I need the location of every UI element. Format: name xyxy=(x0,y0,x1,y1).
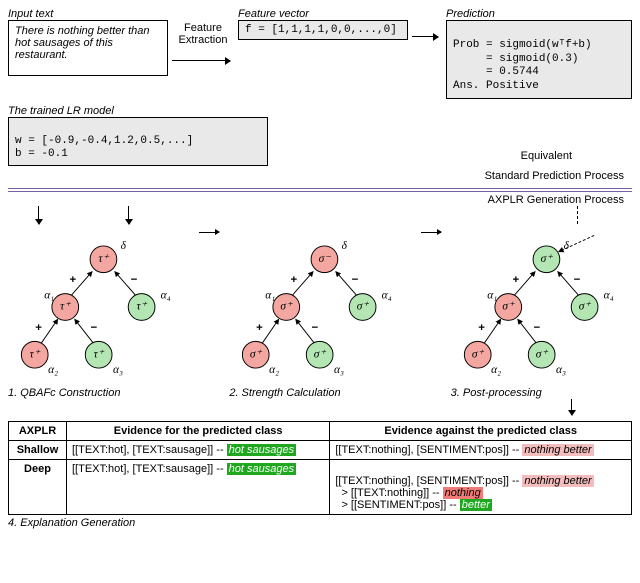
step-2-tree: + − + − σ⁻ δ σ⁺ α₁ σ⁺ α₄ σ⁺ α₂ σ⁺ α₃ 2. … xyxy=(229,232,410,399)
svg-text:+: + xyxy=(478,322,485,334)
table-head-against: Evidence against the predicted class xyxy=(330,422,632,441)
prediction-label: Prediction xyxy=(446,8,632,20)
svg-text:α₁: α₁ xyxy=(266,290,276,302)
svg-text:σ⁺: σ⁺ xyxy=(357,301,370,313)
arrow-input-to-vector xyxy=(172,60,230,61)
table-head-for: Evidence for the predicted class xyxy=(67,422,330,441)
cell-for-deep: [[TEXT:hot], [TEXT:sausage]] -- hot saus… xyxy=(67,460,330,515)
cell-for-shallow: [[TEXT:hot], [TEXT:sausage]] -- hot saus… xyxy=(67,441,330,460)
svg-text:α₂: α₂ xyxy=(48,364,58,376)
explanation-table: AXPLR Evidence for the predicted class E… xyxy=(8,421,632,515)
step-1-tree: + − + − τ⁺ δ τ⁺ α₁ τ⁺ α₄ τ⁺ α₂ τ⁺ α₃ 1. … xyxy=(8,232,189,399)
svg-text:+: + xyxy=(70,274,77,286)
input-text-value: There is nothing better than hot sausage… xyxy=(15,25,150,61)
step-3-caption: 3. Post-processing xyxy=(451,387,632,399)
svg-text:α₄: α₄ xyxy=(382,290,392,302)
standard-process-label: Standard Prediction Process xyxy=(8,170,632,182)
arrow-vector-to-prediction xyxy=(412,36,438,37)
svg-text:τ⁺: τ⁺ xyxy=(60,301,71,313)
arrow-step1-step2 xyxy=(197,232,221,233)
svg-text:τ⁺: τ⁺ xyxy=(98,253,109,265)
equivalent-label: Equivalent xyxy=(521,150,572,162)
svg-text:−: − xyxy=(131,274,138,286)
svg-text:+: + xyxy=(35,322,42,334)
svg-text:σ⁻: σ⁻ xyxy=(319,253,332,265)
step-4-caption: 4. Explanation Generation xyxy=(8,517,632,529)
arrow-down-1 xyxy=(38,206,39,224)
row-label-deep: Deep xyxy=(9,460,67,515)
svg-text:α₃: α₃ xyxy=(334,364,344,376)
process-separator xyxy=(8,188,632,192)
input-text-label: Input text xyxy=(8,8,168,20)
svg-text:α₄: α₄ xyxy=(603,290,613,302)
svg-text:−: − xyxy=(352,274,359,286)
prediction-line-2: = sigmoid(0.3) xyxy=(453,53,578,65)
prediction-line-3: = 0.5744 xyxy=(453,66,539,78)
svg-text:α₃: α₃ xyxy=(113,364,123,376)
svg-text:+: + xyxy=(291,274,298,286)
svg-text:σ⁺: σ⁺ xyxy=(472,349,485,361)
feature-extraction-label: Feature Extraction xyxy=(172,22,234,46)
svg-text:α₁: α₁ xyxy=(487,290,497,302)
svg-text:τ⁺: τ⁺ xyxy=(94,349,105,361)
feature-vector-label: Feature vector xyxy=(238,8,408,20)
lr-model-label: The trained LR model xyxy=(8,105,268,117)
prediction-line-4: Ans. Positive xyxy=(453,80,539,92)
axplr-process-label: AXPLR Generation Process xyxy=(8,194,632,206)
svg-text:α₂: α₂ xyxy=(491,364,501,376)
arrow-step2-step3 xyxy=(419,232,443,233)
table-row-shallow: Shallow [[TEXT:hot], [TEXT:sausage]] -- … xyxy=(9,441,632,460)
svg-text:σ⁺: σ⁺ xyxy=(281,301,294,313)
svg-text:σ⁺: σ⁺ xyxy=(250,349,263,361)
row-label-shallow: Shallow xyxy=(9,441,67,460)
cell-against-deep: [[TEXT:nothing], [SENTIMENT:pos]] -- not… xyxy=(330,460,632,515)
cell-against-shallow: [[TEXT:nothing], [SENTIMENT:pos]] -- not… xyxy=(330,441,632,460)
svg-text:α₁: α₁ xyxy=(44,290,54,302)
svg-text:α₃: α₃ xyxy=(556,364,566,376)
step-3-tree: + − + − σ⁺ δ σ⁺ α₁ σ⁺ α₄ σ⁺ α₂ σ⁺ α₃ 3. … xyxy=(451,232,632,399)
lr-model-box: w = [-0.9,-0.4,1.2,0.5,...] b = -0.1 xyxy=(8,117,268,167)
svg-text:σ⁺: σ⁺ xyxy=(314,349,327,361)
svg-text:σ⁺: σ⁺ xyxy=(540,253,553,265)
svg-text:+: + xyxy=(257,322,264,334)
svg-text:α₄: α₄ xyxy=(161,290,171,302)
svg-text:δ: δ xyxy=(563,240,569,252)
input-text-box: There is nothing better than hot sausage… xyxy=(8,20,168,76)
svg-text:−: − xyxy=(91,322,98,334)
prediction-box: Prob = sigmoid(wᵀf+b) = sigmoid(0.3) = 0… xyxy=(446,20,632,99)
step-1-caption: 1. QBAFc Construction xyxy=(8,387,189,399)
table-row-deep: Deep [[TEXT:hot], [TEXT:sausage]] -- hot… xyxy=(9,460,632,515)
table-head-axplr: AXPLR xyxy=(9,422,67,441)
arrow-down-2 xyxy=(128,206,129,224)
svg-text:σ⁺: σ⁺ xyxy=(578,301,591,313)
svg-text:δ: δ xyxy=(121,240,127,252)
svg-text:−: − xyxy=(312,322,319,334)
lr-model-w: w = [-0.9,-0.4,1.2,0.5,...] xyxy=(15,135,193,147)
step-2-caption: 2. Strength Calculation xyxy=(229,387,410,399)
feature-vector-box: f = [1,1,1,1,0,0,...,0] xyxy=(238,20,408,40)
svg-text:τ⁺: τ⁺ xyxy=(137,301,148,313)
svg-text:δ: δ xyxy=(342,240,348,252)
svg-text:α₂: α₂ xyxy=(269,364,279,376)
svg-text:+: + xyxy=(512,274,519,286)
lr-model-b: b = -0.1 xyxy=(15,148,68,160)
prediction-line-1: Prob = sigmoid(wᵀf+b) xyxy=(453,39,592,51)
arrow-step3-to-table xyxy=(571,399,572,415)
svg-text:σ⁺: σ⁺ xyxy=(502,301,515,313)
svg-text:−: − xyxy=(533,322,540,334)
svg-text:τ⁺: τ⁺ xyxy=(30,349,41,361)
svg-text:σ⁺: σ⁺ xyxy=(535,349,548,361)
dashed-connector xyxy=(577,206,578,224)
svg-text:−: − xyxy=(573,274,580,286)
